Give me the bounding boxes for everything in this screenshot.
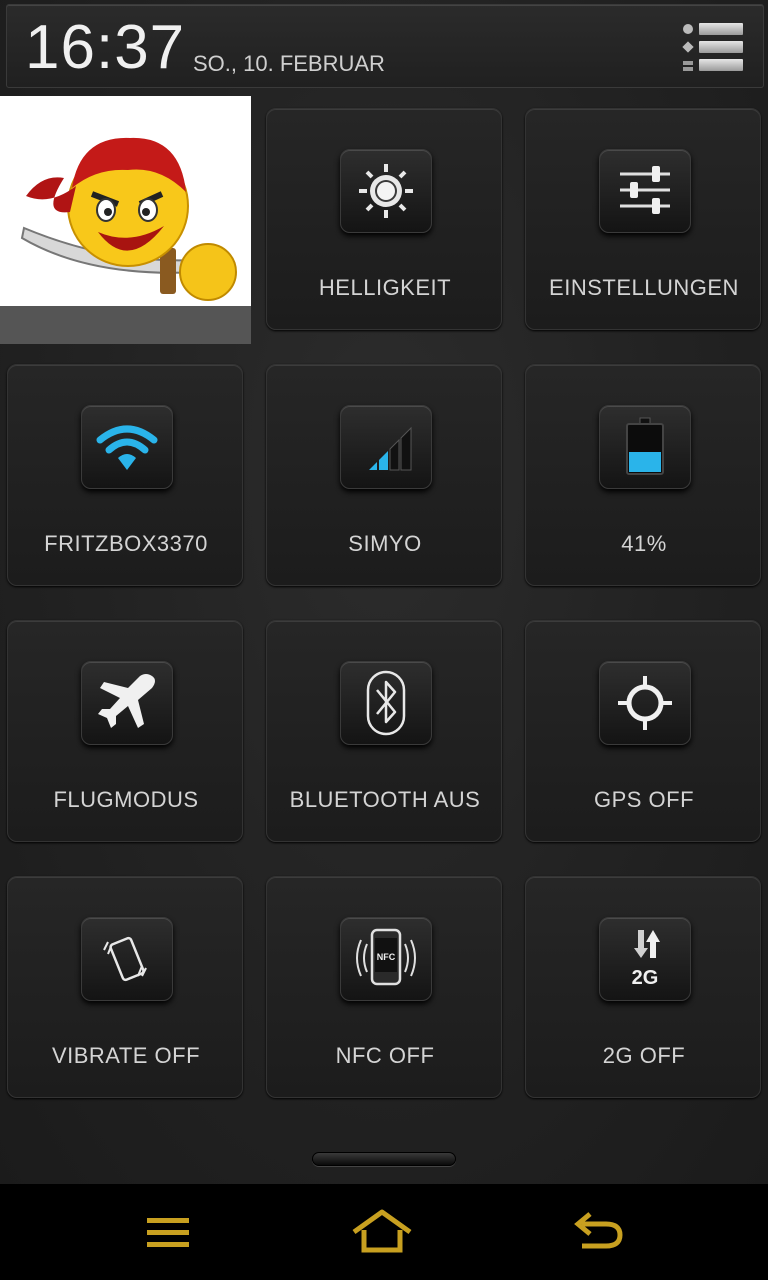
home-icon	[352, 1209, 412, 1253]
bluetooth-icon	[340, 661, 432, 745]
2g-icon: 2G	[599, 917, 691, 1001]
tile-airplane[interactable]: FLUGMODUS	[7, 620, 243, 842]
tile-label: FLUGMODUS	[53, 787, 199, 812]
tile-vibrate[interactable]: VIBRATE OFF	[7, 876, 243, 1098]
signal-icon	[340, 405, 432, 489]
pirate-smiley-avatar[interactable]	[0, 96, 251, 306]
tile-gps[interactable]: GPS OFF	[525, 620, 761, 842]
tile-signal[interactable]: SIMYO	[266, 364, 502, 586]
home-button[interactable]	[342, 1202, 422, 1262]
tile-label: SIMYO	[348, 531, 422, 556]
list-view-icon[interactable]	[682, 21, 745, 73]
tile-bluetooth[interactable]: BLUETOOTH AUS	[266, 620, 502, 842]
tile-label: 2G OFF	[602, 1043, 686, 1068]
tile-label: EINSTELLUNGEN	[549, 275, 739, 300]
brightness-icon	[340, 149, 432, 233]
tile-brightness[interactable]: HELLIGKEIT	[266, 108, 502, 330]
tile-wifi[interactable]: FRITZBOX3370	[7, 364, 243, 586]
tile-nfc[interactable]: NFC NFC OFF	[266, 876, 502, 1098]
tile-2g[interactable]: 2G 2G OFF	[525, 876, 761, 1098]
back-icon	[574, 1212, 623, 1249]
nfc-icon-text: NFC	[377, 952, 396, 962]
wifi-icon	[81, 405, 173, 489]
clock-date: SO., 10. FEBRUAR	[193, 51, 385, 76]
menu-button[interactable]	[128, 1202, 208, 1262]
tile-label: HELLIGKEIT	[318, 275, 452, 300]
navigation-bar	[0, 1184, 768, 1280]
vibrate-icon	[81, 917, 173, 1001]
user-avatar-frame	[0, 96, 251, 344]
tile-label: VIBRATE OFF	[51, 1043, 201, 1068]
back-button[interactable]	[560, 1202, 640, 1262]
tile-settings[interactable]: EINSTELLUNGEN	[525, 108, 761, 330]
battery-icon	[599, 405, 691, 489]
tile-battery[interactable]: 41%	[525, 364, 761, 586]
tile-label: BLUETOOTH AUS	[289, 787, 481, 812]
menu-icon	[147, 1218, 189, 1247]
panel-drag-handle[interactable]	[312, 1152, 456, 1166]
tile-label: 41%	[621, 531, 667, 556]
tile-label: FRITZBOX3370	[44, 531, 208, 556]
airplane-icon	[81, 661, 173, 745]
nfc-icon: NFC	[340, 917, 432, 1001]
settings-sliders-icon	[599, 149, 691, 233]
clock-time: 16:37	[25, 13, 186, 82]
2g-icon-text: 2G	[632, 967, 659, 989]
tile-label: GPS OFF	[593, 787, 695, 812]
status-header: 16:37 SO., 10. FEBRUAR	[6, 4, 764, 88]
tile-label: NFC OFF	[335, 1043, 435, 1068]
gps-icon	[599, 661, 691, 745]
